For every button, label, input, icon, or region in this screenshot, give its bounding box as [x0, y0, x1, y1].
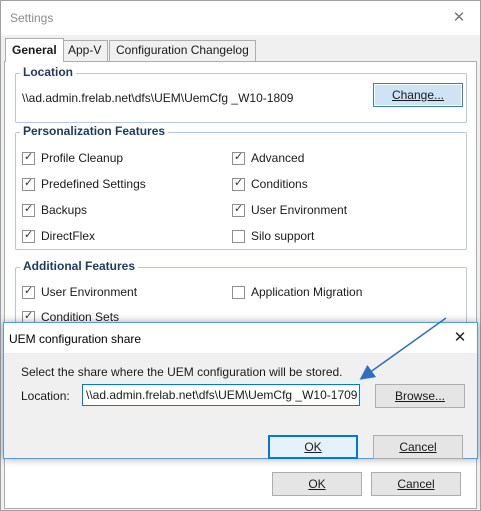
checkbox-predefined-settings[interactable]: Predefined Settings: [22, 176, 146, 192]
browse-button[interactable]: Browse...: [375, 384, 465, 408]
cancel-button-label: Cancel: [399, 440, 437, 454]
tab-general[interactable]: General: [5, 38, 64, 62]
browse-button-label: Browse...: [394, 389, 445, 403]
personalization-group: Personalization Features Profile Cleanup…: [15, 124, 467, 250]
uem-dialog-title: UEM configuration share: [9, 332, 142, 346]
checkbox-directflex[interactable]: DirectFlex: [22, 228, 95, 244]
checkbox-label: Application Migration: [251, 285, 363, 299]
uem-ok-button[interactable]: OK: [268, 435, 358, 459]
settings-title: Settings: [10, 11, 54, 25]
checkbox-icon[interactable]: [232, 229, 245, 243]
checkbox-application-migration[interactable]: Application Migration: [232, 284, 362, 300]
change-button-label: Change...: [391, 88, 445, 102]
checkbox-icon[interactable]: [232, 202, 245, 217]
checkbox-silo-support[interactable]: Silo support: [232, 228, 314, 244]
tab-configuration-changelog[interactable]: Configuration Changelog: [109, 40, 256, 61]
uem-config-share-dialog: UEM configuration share ✕ Select the sha…: [3, 322, 478, 459]
settings-cancel-button[interactable]: Cancel: [371, 472, 461, 496]
location-label: Location:: [21, 389, 70, 403]
checkbox-label: Predefined Settings: [41, 177, 146, 191]
checkbox-label: User Environment: [41, 285, 138, 299]
location-group: Location \\ad.admin.frelab.net\dfs\UEM\U…: [15, 65, 467, 123]
ok-button-label: OK: [304, 440, 322, 454]
checkbox-icon[interactable]: [22, 202, 35, 217]
settings-titlebar: Settings ✕: [1, 1, 480, 35]
location-input[interactable]: \\ad.admin.frelab.net\dfs\UEM\UemCfg _W1…: [82, 384, 360, 406]
uem-dialog-description: Select the share where the UEM configura…: [21, 365, 343, 379]
checkbox-icon[interactable]: [232, 285, 245, 299]
checkbox-label: Profile Cleanup: [41, 151, 124, 165]
settings-ok-button[interactable]: OK: [272, 472, 362, 496]
close-icon[interactable]: ✕: [450, 9, 468, 27]
checkbox-icon[interactable]: [22, 228, 35, 243]
checkbox-label: Silo support: [251, 229, 315, 243]
cancel-button-label: Cancel: [397, 477, 435, 491]
checkbox-label: User Environment: [251, 203, 348, 217]
location-legend: Location: [20, 65, 76, 79]
additional-features-legend: Additional Features: [20, 259, 139, 273]
checkbox-label: Backups: [41, 203, 88, 217]
location-path: \\ad.admin.frelab.net\dfs\UEM\UemCfg _W1…: [22, 91, 294, 105]
checkbox-additional-user-environment[interactable]: User Environment: [22, 284, 137, 300]
checkbox-profile-cleanup[interactable]: Profile Cleanup: [22, 150, 123, 166]
checkbox-icon[interactable]: [232, 150, 245, 165]
checkbox-label: Advanced: [251, 151, 305, 165]
checkbox-conditions[interactable]: Conditions: [232, 176, 308, 192]
tab-app-v[interactable]: App-V: [61, 40, 109, 61]
personalization-legend: Personalization Features: [20, 124, 169, 138]
checkbox-user-environment[interactable]: User Environment: [232, 202, 347, 218]
checkbox-icon[interactable]: [22, 176, 35, 191]
uem-cancel-button[interactable]: Cancel: [373, 435, 463, 459]
checkbox-label: DirectFlex: [41, 229, 96, 243]
checkbox-icon[interactable]: [232, 176, 245, 191]
checkbox-advanced[interactable]: Advanced: [232, 150, 304, 166]
checkbox-label: Conditions: [251, 177, 308, 191]
close-icon[interactable]: ✕: [451, 329, 469, 347]
ok-button-label: OK: [308, 477, 326, 491]
checkbox-backups[interactable]: Backups: [22, 202, 87, 218]
change-button[interactable]: Change...: [373, 83, 463, 107]
checkbox-icon[interactable]: [22, 284, 35, 299]
uem-dialog-titlebar: UEM configuration share ✕: [4, 323, 477, 353]
checkbox-icon[interactable]: [22, 150, 35, 165]
